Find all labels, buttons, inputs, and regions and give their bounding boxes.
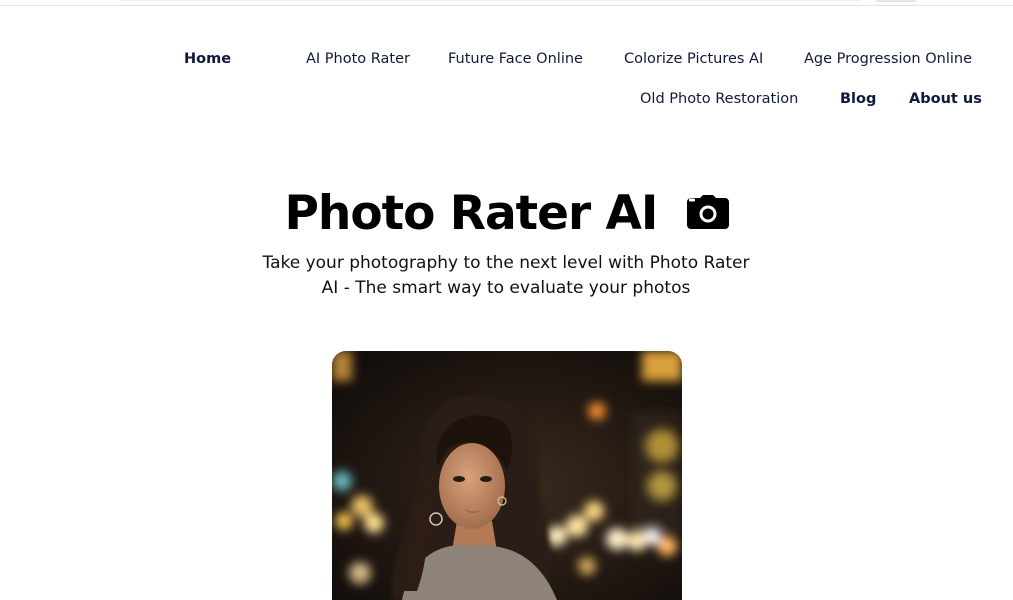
hero-subtitle: Take your photography to the next level … (262, 253, 750, 298)
address-bar-edge (120, 0, 860, 1)
nav-ai-photo-rater[interactable]: AI Photo Rater (306, 49, 410, 69)
browser-top-strip (0, 0, 1013, 6)
nav-age-progression-online[interactable]: Age Progression Online (804, 49, 972, 69)
nav-colorize-pictures-ai[interactable]: Colorize Pictures AI (624, 49, 763, 69)
nav-future-face-online[interactable]: Future Face Online (448, 49, 583, 69)
toolbar-edge (876, 0, 916, 2)
nav-blog[interactable]: Blog (840, 89, 876, 109)
page-title: Photo Rater AI (284, 186, 658, 241)
nav-about-us[interactable]: About us (909, 89, 982, 109)
camera-icon (686, 194, 729, 237)
sample-portrait-photo (332, 351, 682, 600)
nav-old-photo-restoration[interactable]: Old Photo Restoration (640, 89, 798, 109)
nav-home[interactable]: Home (184, 49, 231, 69)
hero-heading: Photo Rater AI (0, 186, 1013, 241)
